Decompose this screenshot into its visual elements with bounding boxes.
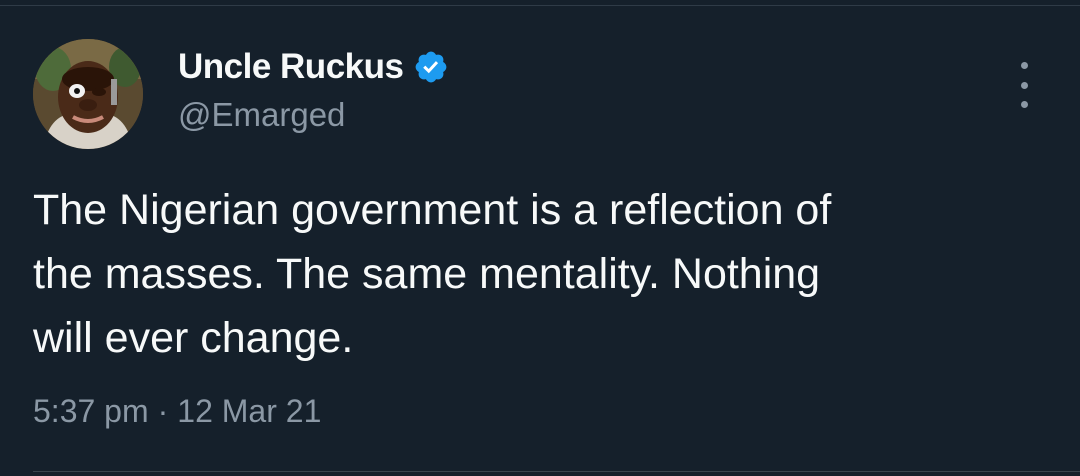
more-options-icon[interactable] — [1010, 62, 1038, 108]
tweet-time[interactable]: 5:37 pm — [33, 393, 149, 430]
more-dot — [1020, 81, 1028, 89]
tweet-card: Uncle Ruckus @Emarged The Nigerian gover… — [0, 0, 1080, 476]
more-dot — [1020, 62, 1028, 69]
avatar[interactable] — [33, 39, 143, 149]
meta-separator: · — [157, 393, 169, 429]
tweet-timestamp[interactable]: 5:37 pm · 12 Mar 21 — [33, 393, 321, 430]
more-dot — [1020, 101, 1028, 108]
user-handle[interactable]: @Emarged — [178, 96, 345, 134]
name-row[interactable]: Uncle Ruckus — [178, 45, 449, 89]
avatar-image — [33, 39, 143, 149]
tweet-date[interactable]: 12 Mar 21 — [177, 393, 321, 430]
verified-badge-icon — [413, 49, 449, 85]
bottom-divider — [33, 471, 1080, 472]
display-name[interactable]: Uncle Ruckus — [178, 47, 404, 87]
tweet-text: The Nigerian government is a reflection … — [33, 186, 832, 362]
